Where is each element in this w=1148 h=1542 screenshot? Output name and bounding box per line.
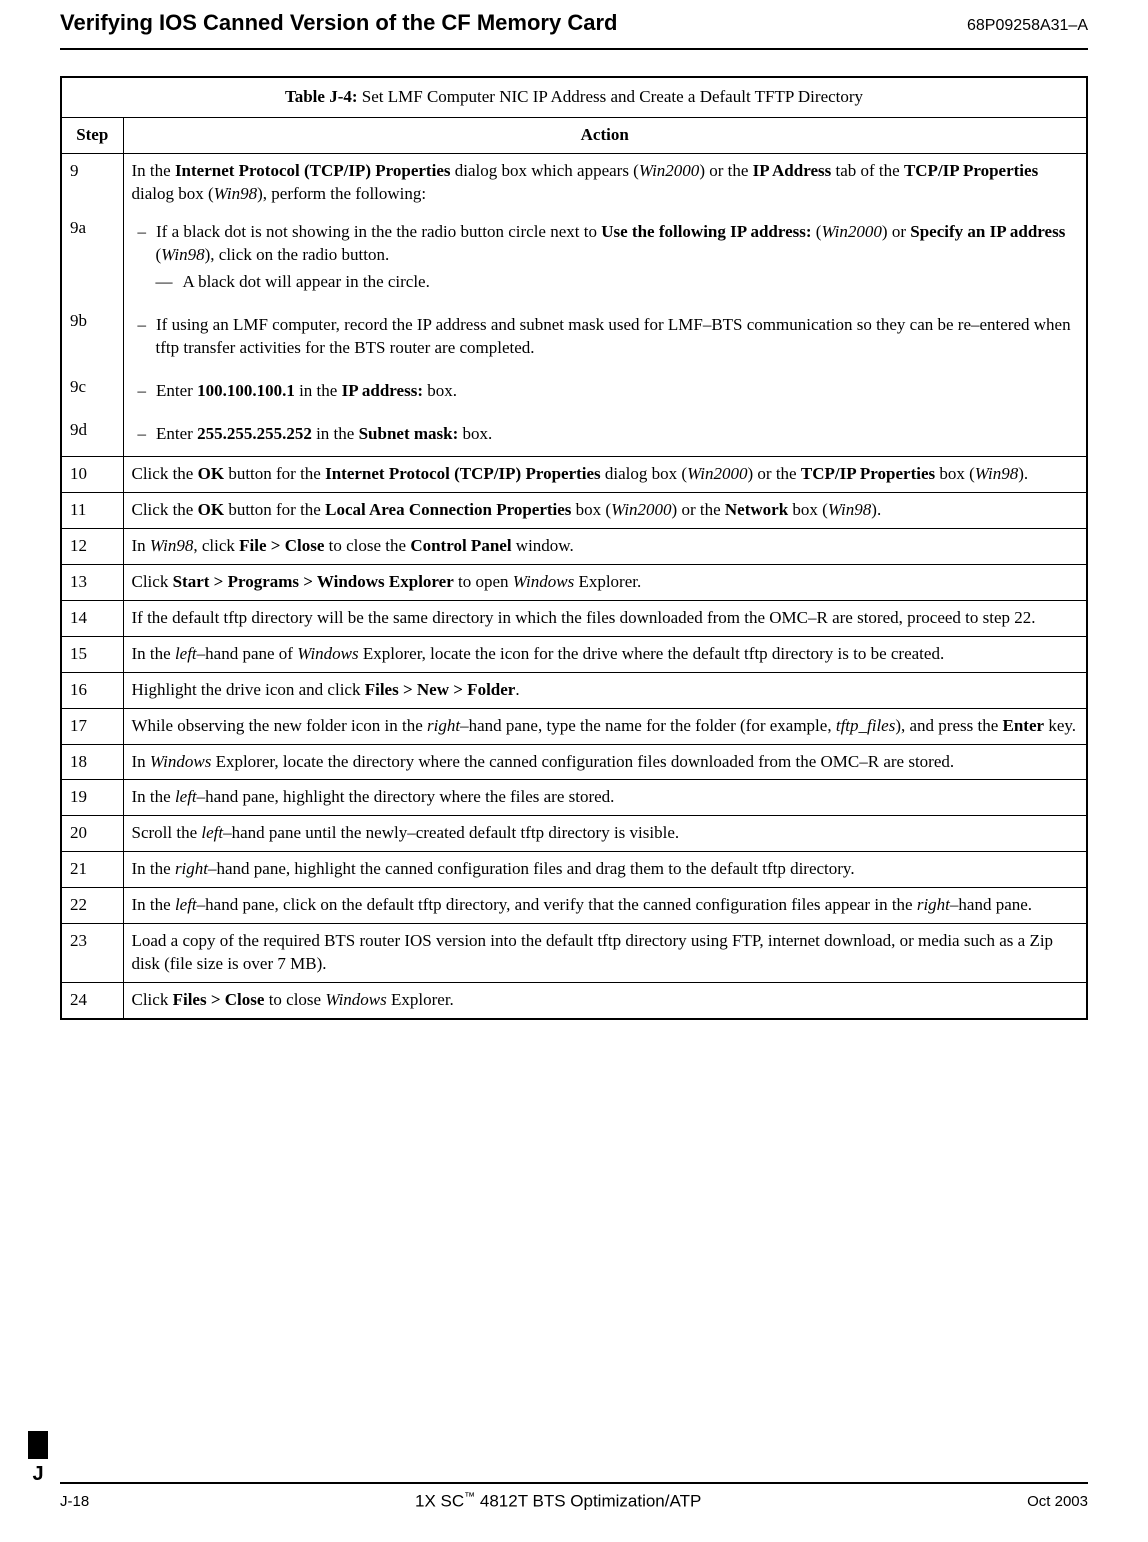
action-cell: In the left–hand pane of Windows Explore… xyxy=(123,636,1087,672)
table-row: 20 Scroll the left–hand pane until the n… xyxy=(61,816,1087,852)
doc-number: 68P09258A31–A xyxy=(967,15,1088,37)
sub-item: A black dot will appear in the circle. xyxy=(132,271,1079,294)
table-row: 16 Highlight the drive icon and click Fi… xyxy=(61,672,1087,708)
table-row: 9a If a black dot is not showing in the … xyxy=(61,211,1087,304)
action-cell: If the default tftp directory will be th… xyxy=(123,600,1087,636)
step-number: 13 xyxy=(61,564,123,600)
step-number: 17 xyxy=(61,708,123,744)
action-cell: In the right–hand pane, highlight the ca… xyxy=(123,852,1087,888)
page-title: Verifying IOS Canned Version of the CF M… xyxy=(60,8,617,38)
step-number: 9a xyxy=(61,211,123,304)
page-header: Verifying IOS Canned Version of the CF M… xyxy=(60,0,1088,50)
table-row: 21 In the right–hand pane, highlight the… xyxy=(61,852,1087,888)
step-number: 9b xyxy=(61,304,123,370)
col-step: Step xyxy=(61,117,123,153)
step-number: 23 xyxy=(61,924,123,983)
action-cell: Enter 100.100.100.1 in the IP address: b… xyxy=(123,370,1087,413)
tab-black-box xyxy=(28,1431,48,1459)
table-row: 19 In the left–hand pane, highlight the … xyxy=(61,780,1087,816)
table-row: 9b If using an LMF computer, record the … xyxy=(61,304,1087,370)
dash-item: Enter 100.100.100.1 in the IP address: b… xyxy=(132,380,1079,403)
dash-item: If using an LMF computer, record the IP … xyxy=(132,314,1079,360)
step-number: 10 xyxy=(61,457,123,493)
step-number: 11 xyxy=(61,492,123,528)
tab-letter: J xyxy=(28,1459,48,1488)
step-number: 24 xyxy=(61,983,123,1019)
step-number: 21 xyxy=(61,852,123,888)
action-cell: While observing the new folder icon in t… xyxy=(123,708,1087,744)
step-number: 9c xyxy=(61,370,123,413)
table-row: 9c Enter 100.100.100.1 in the IP address… xyxy=(61,370,1087,413)
action-cell: Highlight the drive icon and click Files… xyxy=(123,672,1087,708)
step-number: 22 xyxy=(61,888,123,924)
table-caption: Table J-4: Set LMF Computer NIC IP Addre… xyxy=(61,77,1087,117)
action-cell: In Windows Explorer, locate the director… xyxy=(123,744,1087,780)
action-cell: Load a copy of the required BTS router I… xyxy=(123,924,1087,983)
step-number: 15 xyxy=(61,636,123,672)
table-caption-label: Table J-4: xyxy=(285,87,358,106)
footer-date: Oct 2003 xyxy=(1027,1492,1088,1512)
col-action: Action xyxy=(123,117,1087,153)
table-caption-text: Set LMF Computer NIC IP Address and Crea… xyxy=(358,87,864,106)
action-cell: If using an LMF computer, record the IP … xyxy=(123,304,1087,370)
table-row: 9 In the Internet Protocol (TCP/IP) Prop… xyxy=(61,153,1087,211)
action-cell: In Win98, click File > Close to close th… xyxy=(123,528,1087,564)
table-row: 13 Click Start > Programs > Windows Expl… xyxy=(61,564,1087,600)
step-number: 9d xyxy=(61,413,123,456)
table-header-row: Step Action xyxy=(61,117,1087,153)
step-number: 18 xyxy=(61,744,123,780)
table-row: 23 Load a copy of the required BTS route… xyxy=(61,924,1087,983)
table-row: 14 If the default tftp directory will be… xyxy=(61,600,1087,636)
page-footer: J-18 1X SC™ 4812T BTS Optimization/ATP O… xyxy=(60,1482,1088,1514)
section-tab: J xyxy=(28,1431,48,1488)
dash-item: If a black dot is not showing in the the… xyxy=(132,221,1079,267)
footer-page-number: J-18 xyxy=(60,1492,89,1512)
action-cell: Click the OK button for the Local Area C… xyxy=(123,492,1087,528)
action-cell: Scroll the left–hand pane until the newl… xyxy=(123,816,1087,852)
footer-center: 1X SC™ 4812T BTS Optimization/ATP xyxy=(415,1490,701,1514)
table-row: 22 In the left–hand pane, click on the d… xyxy=(61,888,1087,924)
step-number: 19 xyxy=(61,780,123,816)
action-cell: In the left–hand pane, click on the defa… xyxy=(123,888,1087,924)
dash-item: Enter 255.255.255.252 in the Subnet mask… xyxy=(132,423,1079,446)
table-row: 17 While observing the new folder icon i… xyxy=(61,708,1087,744)
table-row: 11 Click the OK button for the Local Are… xyxy=(61,492,1087,528)
action-cell: If a black dot is not showing in the the… xyxy=(123,211,1087,304)
table-row: 24 Click Files > Close to close Windows … xyxy=(61,983,1087,1019)
table-row: 12 In Win98, click File > Close to close… xyxy=(61,528,1087,564)
step-number: 12 xyxy=(61,528,123,564)
step-number: 20 xyxy=(61,816,123,852)
step-number: 16 xyxy=(61,672,123,708)
action-cell: Enter 255.255.255.252 in the Subnet mask… xyxy=(123,413,1087,456)
table-row: 10 Click the OK button for the Internet … xyxy=(61,457,1087,493)
action-cell: In the Internet Protocol (TCP/IP) Proper… xyxy=(123,153,1087,211)
table-row: 18 In Windows Explorer, locate the direc… xyxy=(61,744,1087,780)
table-row: 15 In the left–hand pane of Windows Expl… xyxy=(61,636,1087,672)
action-cell: In the left–hand pane, highlight the dir… xyxy=(123,780,1087,816)
action-cell: Click the OK button for the Internet Pro… xyxy=(123,457,1087,493)
table-row: 9d Enter 255.255.255.252 in the Subnet m… xyxy=(61,413,1087,456)
step-number: 14 xyxy=(61,600,123,636)
table-caption-row: Table J-4: Set LMF Computer NIC IP Addre… xyxy=(61,77,1087,117)
step-number: 9 xyxy=(61,153,123,211)
action-cell: Click Files > Close to close Windows Exp… xyxy=(123,983,1087,1019)
procedure-table: Table J-4: Set LMF Computer NIC IP Addre… xyxy=(60,76,1088,1020)
action-cell: Click Start > Programs > Windows Explore… xyxy=(123,564,1087,600)
